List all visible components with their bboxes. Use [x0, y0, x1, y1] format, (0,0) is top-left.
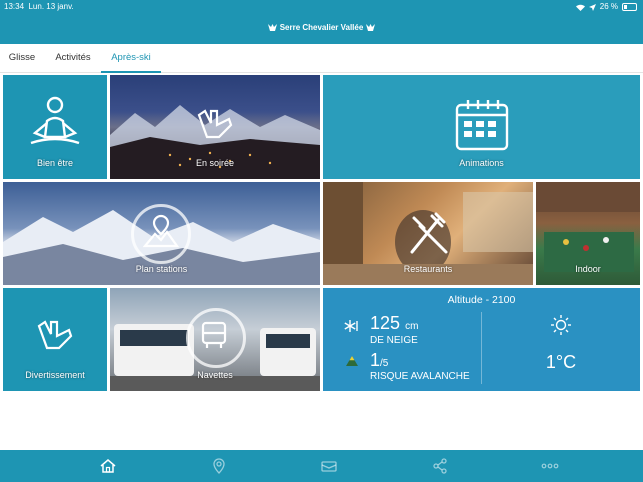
ticket-icon[interactable] — [321, 458, 337, 474]
tile-plan-stations[interactable]: Plan stations — [3, 182, 320, 285]
logo-left-icon — [268, 24, 278, 31]
shaka-hand-icon — [197, 109, 233, 139]
tile-label: Bien être — [36, 158, 74, 168]
tile-label: Plan stations — [135, 264, 188, 274]
sun-icon — [551, 315, 571, 335]
app-title-text: Serre Chevalier Vallée — [279, 23, 364, 32]
snow-depth-value: 125 — [370, 313, 401, 333]
home-icon[interactable] — [100, 458, 116, 474]
bottom-nav — [0, 450, 643, 482]
avalanche-scale: /5 — [380, 358, 389, 369]
tab-activites[interactable]: Activités — [50, 44, 96, 72]
tile-navettes[interactable]: Navettes — [110, 288, 320, 391]
avalanche-risk: 1/5 — [370, 350, 388, 371]
bus-icon — [201, 321, 227, 348]
calendar-icon — [455, 100, 509, 151]
logo-right-icon — [365, 24, 375, 31]
temperature: 1°C — [545, 352, 577, 372]
weather-divider — [481, 312, 482, 384]
battery-icon — [622, 3, 637, 11]
avalanche-risk-icon — [346, 356, 358, 366]
location-arrow-icon — [588, 3, 596, 11]
snow-depth: 125 cm — [370, 313, 418, 334]
avalanche-value: 1 — [370, 350, 381, 370]
tile-label: Divertissement — [25, 370, 85, 380]
tile-label: Restaurants — [403, 264, 453, 274]
location-pin-icon[interactable] — [211, 458, 227, 474]
tile-indoor[interactable]: Indoor — [536, 182, 640, 285]
app-header: 13:34 Lun. 13 janv. 26 % Serre Chevalier… — [0, 0, 643, 44]
tile-label: Indoor — [575, 264, 601, 274]
tile-en-soiree[interactable]: En soirée — [110, 75, 320, 179]
weather-altitude: Altitude - 2100 — [447, 294, 516, 306]
tile-label: En soirée — [195, 158, 235, 168]
snow-label: DE NEIGE — [370, 335, 418, 346]
fork-knife-icon — [410, 212, 448, 254]
share-icon[interactable] — [432, 458, 448, 474]
status-date: Lun. 13 janv. — [28, 2, 74, 11]
meditation-icon — [30, 96, 80, 145]
map-pin-mountain-icon — [143, 214, 179, 248]
weather-panel[interactable]: Altitude - 2100 125 cm DE NEIGE 1/5 RISQ… — [323, 288, 640, 391]
tile-animations[interactable]: Animations — [323, 75, 640, 179]
battery-percent: 26 % — [599, 2, 618, 11]
wifi-icon — [575, 4, 585, 11]
avalanche-label: RISQUE AVALANCHE — [370, 371, 470, 382]
tile-label: Animations — [459, 158, 504, 168]
tab-bar: Glisse Activités Après-ski — [0, 44, 643, 73]
shaka-hand-icon — [37, 320, 73, 350]
tab-glisse[interactable]: Glisse — [4, 44, 40, 72]
more-icon[interactable] — [541, 458, 559, 474]
tab-apres-ski[interactable]: Après-ski — [101, 44, 161, 73]
snowflake-icon — [344, 320, 358, 332]
status-time: 13:34 — [4, 2, 25, 11]
app-title: Serre Chevalier Vallée — [0, 23, 643, 32]
status-indicators: 26 % — [575, 2, 637, 12]
status-time-date: 13:34 Lun. 13 janv. — [4, 2, 74, 12]
snow-depth-unit: cm — [405, 321, 419, 332]
tile-restaurants[interactable]: Restaurants — [323, 182, 533, 285]
tile-divertissement[interactable]: Divertissement — [3, 288, 107, 391]
tile-label: Navettes — [197, 370, 233, 380]
tile-bien-etre[interactable]: Bien être — [3, 75, 107, 179]
